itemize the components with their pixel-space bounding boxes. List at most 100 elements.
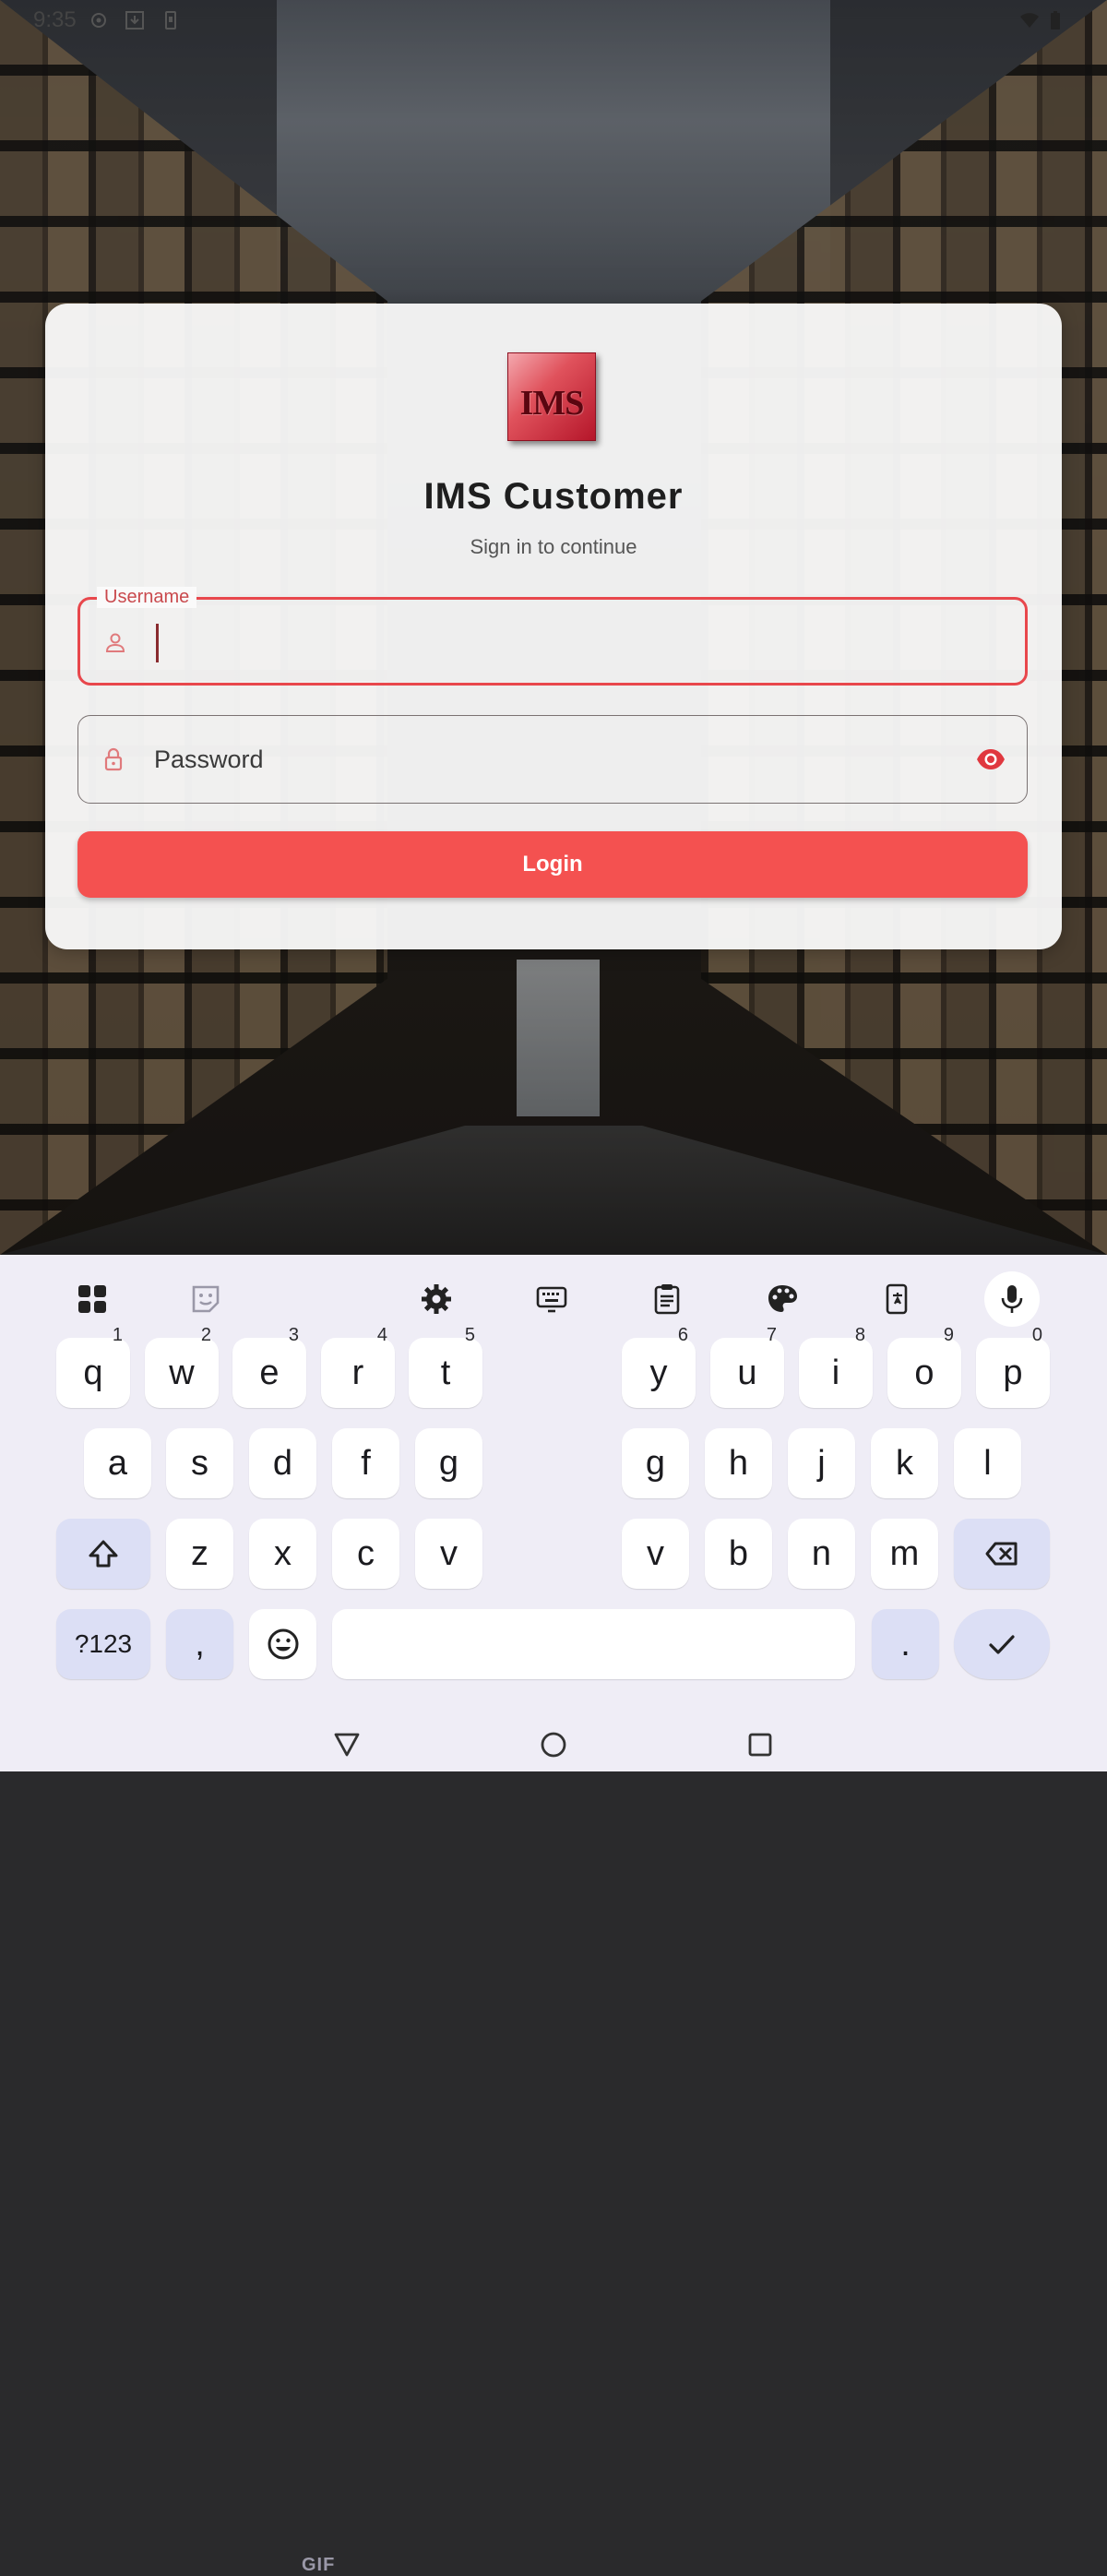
key-label: d — [272, 1444, 293, 1483]
gif-icon[interactable]: GIF — [302, 2555, 335, 2576]
key-v[interactable]: v — [622, 1519, 689, 1589]
battery-icon — [1044, 9, 1066, 31]
lock-icon — [101, 746, 126, 772]
comma-key[interactable]: , — [166, 1609, 233, 1679]
key-label: g — [438, 1444, 459, 1483]
key-label: e — [259, 1354, 280, 1392]
key-d[interactable]: d — [249, 1428, 316, 1498]
microphone-icon[interactable] — [984, 1271, 1040, 1327]
key-u[interactable]: u7 — [710, 1325, 784, 1408]
key-number-hint: 9 — [943, 1325, 954, 1345]
space-bar[interactable] — [332, 1609, 855, 1679]
key-i[interactable]: i8 — [799, 1325, 873, 1408]
key-number-hint: 2 — [200, 1325, 211, 1345]
key-label: r — [351, 1354, 364, 1392]
key-j[interactable]: j — [788, 1428, 855, 1498]
key-y[interactable]: y6 — [622, 1325, 696, 1408]
key-g[interactable]: g — [415, 1428, 482, 1498]
key-label: g — [645, 1444, 666, 1483]
backspace-key[interactable] — [954, 1519, 1050, 1589]
back-nav-icon[interactable] — [328, 1725, 365, 1762]
key-l[interactable]: l — [954, 1428, 1021, 1498]
emoji-icon — [268, 1628, 298, 1660]
key-label: c — [357, 1534, 375, 1573]
key-label: v — [440, 1534, 458, 1573]
key-label: j — [817, 1444, 826, 1483]
apps-grid-icon[interactable] — [63, 1271, 122, 1327]
soft-keyboard: GIF q1w2e3r4t5y6u7i8o9p0asdfgghjklzxcvvb… — [0, 1255, 1107, 2575]
download-status-icon — [124, 9, 146, 31]
key-a[interactable]: a — [84, 1428, 151, 1498]
key-label: q — [83, 1354, 103, 1392]
key-number-hint: 7 — [766, 1325, 777, 1345]
key-number-hint: 1 — [112, 1325, 123, 1345]
symbols-key[interactable]: ?123 — [56, 1609, 150, 1679]
key-label: k — [896, 1444, 913, 1483]
key-r[interactable]: r4 — [321, 1325, 395, 1408]
key-h[interactable]: h — [705, 1428, 772, 1498]
password-placeholder: Password — [154, 745, 264, 773]
subtitle: Sign in to continue — [470, 535, 637, 558]
app-title: IMS Customer — [423, 476, 684, 517]
clipboard-icon[interactable] — [637, 1271, 696, 1327]
home-nav-icon[interactable] — [535, 1725, 572, 1762]
key-label: a — [107, 1444, 128, 1483]
wifi-icon — [1018, 9, 1041, 31]
keyboard-icon[interactable] — [522, 1271, 581, 1327]
key-v[interactable]: v — [415, 1519, 482, 1589]
person-icon — [102, 630, 128, 656]
key-number-hint: 5 — [464, 1325, 475, 1345]
key-number-hint: 8 — [854, 1325, 865, 1345]
navigation-bar — [0, 1718, 1107, 1771]
login-card: IMS IMS Customer Sign in to continue Use… — [45, 304, 1062, 949]
username-field[interactable]: Username — [77, 587, 1028, 686]
key-o[interactable]: o9 — [887, 1325, 961, 1408]
key-label: n — [811, 1534, 832, 1573]
sticker-icon[interactable] — [176, 1271, 235, 1327]
key-x[interactable]: x — [249, 1519, 316, 1589]
key-label: t — [440, 1354, 451, 1392]
key-m[interactable]: m — [871, 1519, 938, 1589]
key-label: v — [647, 1534, 664, 1573]
comma-key-label: , — [195, 1625, 205, 1664]
password-field[interactable]: Password — [77, 715, 1028, 804]
key-label: l — [983, 1444, 992, 1483]
key-label: h — [728, 1444, 749, 1483]
login-button[interactable]: Login — [77, 831, 1028, 898]
status-bar: 9:35 — [0, 0, 1107, 41]
key-label: y — [649, 1354, 668, 1392]
key-b[interactable]: b — [705, 1519, 772, 1589]
key-t[interactable]: t5 — [409, 1325, 482, 1408]
period-key[interactable]: . — [872, 1609, 939, 1679]
key-number-hint: 0 — [1031, 1325, 1042, 1345]
key-f[interactable]: f — [332, 1428, 399, 1498]
period-key-label: . — [900, 1625, 911, 1664]
settings-gear-icon[interactable] — [407, 1271, 466, 1327]
text-cursor — [156, 624, 159, 662]
palette-icon[interactable] — [753, 1271, 812, 1327]
key-e[interactable]: e3 — [232, 1325, 306, 1408]
translate-icon[interactable] — [868, 1271, 927, 1327]
key-k[interactable]: k — [871, 1428, 938, 1498]
key-c[interactable]: c — [332, 1519, 399, 1589]
key-s[interactable]: s — [166, 1428, 233, 1498]
shift-key[interactable] — [56, 1519, 150, 1589]
symbols-key-label: ?123 — [74, 1629, 133, 1658]
key-w[interactable]: w2 — [145, 1325, 219, 1408]
key-p[interactable]: p0 — [976, 1325, 1050, 1408]
key-number-hint: 4 — [376, 1325, 387, 1345]
emoji-key[interactable] — [249, 1609, 316, 1679]
enter-key[interactable] — [954, 1609, 1050, 1679]
key-label: z — [191, 1534, 208, 1573]
key-q[interactable]: q1 — [56, 1325, 130, 1408]
key-number-hint: 3 — [288, 1325, 299, 1345]
key-label: i — [831, 1354, 840, 1392]
logo-text: IMS — [519, 384, 585, 423]
show-password-eye-icon[interactable] — [975, 745, 1006, 773]
key-z[interactable]: z — [166, 1519, 233, 1589]
username-label: Username — [97, 587, 197, 608]
key-label: w — [169, 1354, 195, 1392]
recents-nav-icon[interactable] — [742, 1725, 779, 1762]
key-g[interactable]: g — [622, 1428, 689, 1498]
key-n[interactable]: n — [788, 1519, 855, 1589]
